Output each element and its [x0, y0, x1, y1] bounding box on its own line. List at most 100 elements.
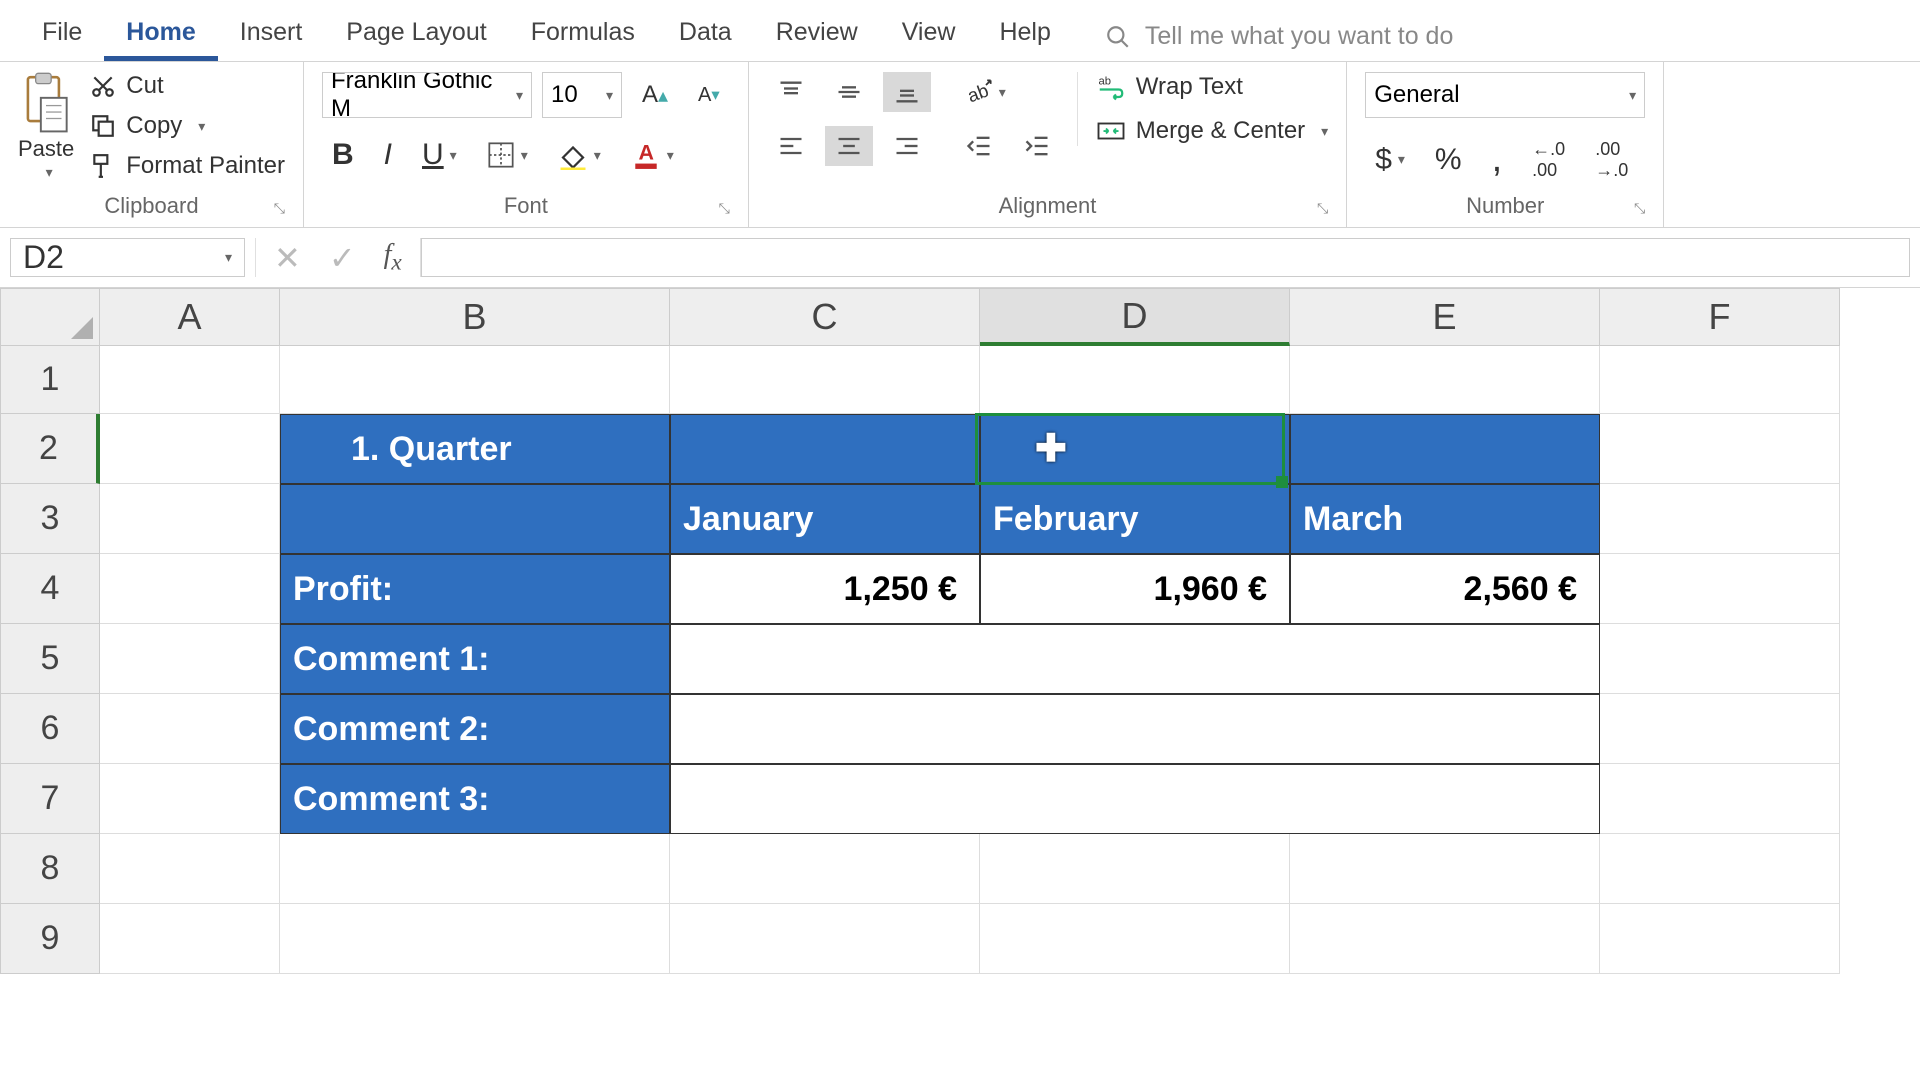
menu-view[interactable]: View: [880, 8, 978, 61]
cell-E2[interactable]: [1290, 414, 1600, 484]
decrease-indent-button[interactable]: [955, 126, 1003, 166]
dialog-launcher-icon[interactable]: ⤡: [719, 200, 730, 217]
cell-F6[interactable]: [1600, 694, 1840, 764]
cell-B2[interactable]: 1. Quarter: [280, 414, 670, 484]
cell-E4[interactable]: 2,560 €: [1290, 554, 1600, 624]
col-header-C[interactable]: C: [670, 288, 980, 346]
cell-F1[interactable]: [1600, 346, 1840, 414]
align-left-button[interactable]: [767, 126, 815, 166]
cell-D8[interactable]: [980, 834, 1290, 904]
cell-F5[interactable]: [1600, 624, 1840, 694]
italic-button[interactable]: I: [374, 132, 402, 178]
menu-review[interactable]: Review: [754, 8, 880, 61]
cell-F2[interactable]: [1600, 414, 1840, 484]
cell-C3[interactable]: January: [670, 484, 980, 554]
cell-C7-merged[interactable]: [670, 764, 1600, 834]
cell-C9[interactable]: [670, 904, 980, 974]
row-header-9[interactable]: 9: [0, 904, 100, 974]
cell-D9[interactable]: [980, 904, 1290, 974]
row-header-8[interactable]: 8: [0, 834, 100, 904]
cell-A1[interactable]: [100, 346, 280, 414]
cell-D3[interactable]: February: [980, 484, 1290, 554]
cell-D4[interactable]: 1,960 €: [980, 554, 1290, 624]
cell-C8[interactable]: [670, 834, 980, 904]
cell-B6[interactable]: Comment 2:: [280, 694, 670, 764]
cell-B5[interactable]: Comment 1:: [280, 624, 670, 694]
dialog-launcher-icon[interactable]: ⤡: [1317, 200, 1328, 217]
col-header-F[interactable]: F: [1600, 288, 1840, 346]
row-header-5[interactable]: 5: [0, 624, 100, 694]
increase-font-button[interactable]: A▴: [632, 75, 678, 115]
row-header-1[interactable]: 1: [0, 346, 100, 414]
cell-E1[interactable]: [1290, 346, 1600, 414]
cell-A3[interactable]: [100, 484, 280, 554]
cell-B4[interactable]: Profit:: [280, 554, 670, 624]
bold-button[interactable]: B: [322, 132, 364, 178]
align-center-button[interactable]: [825, 126, 873, 166]
menu-file[interactable]: File: [20, 8, 104, 61]
increase-decimal-button[interactable]: ←.0.00: [1522, 133, 1575, 187]
dialog-launcher-icon[interactable]: ⤡: [1634, 200, 1645, 217]
cell-F8[interactable]: [1600, 834, 1840, 904]
decrease-font-button[interactable]: A▾: [688, 78, 730, 113]
align-bottom-button[interactable]: [883, 72, 931, 112]
align-middle-button[interactable]: [825, 72, 873, 112]
cell-F3[interactable]: [1600, 484, 1840, 554]
align-top-button[interactable]: [767, 72, 815, 112]
cell-B8[interactable]: [280, 834, 670, 904]
decrease-decimal-button[interactable]: .00→.0: [1585, 133, 1638, 187]
cell-D1[interactable]: [980, 346, 1290, 414]
col-header-A[interactable]: A: [100, 288, 280, 346]
select-all-corner[interactable]: [0, 288, 100, 346]
row-header-3[interactable]: 3: [0, 484, 100, 554]
menu-formulas[interactable]: Formulas: [509, 8, 657, 61]
fill-color-button[interactable]: ▾: [548, 134, 611, 176]
wrap-text-button[interactable]: ab Wrap Text: [1096, 72, 1328, 102]
cell-C4[interactable]: 1,250 €: [670, 554, 980, 624]
accounting-format-button[interactable]: $▾: [1365, 137, 1415, 183]
tell-me-search[interactable]: Tell me what you want to do: [1083, 12, 1476, 61]
menu-home[interactable]: Home: [104, 8, 217, 61]
col-header-D[interactable]: D: [980, 288, 1290, 346]
merge-center-button[interactable]: Merge & Center ▾: [1096, 116, 1328, 146]
align-right-button[interactable]: [883, 126, 931, 166]
dialog-launcher-icon[interactable]: ⤡: [274, 200, 285, 217]
menu-insert[interactable]: Insert: [218, 8, 325, 61]
cut-button[interactable]: Cut: [90, 72, 285, 100]
menu-page-layout[interactable]: Page Layout: [324, 8, 508, 61]
cell-A6[interactable]: [100, 694, 280, 764]
cell-A9[interactable]: [100, 904, 280, 974]
menu-data[interactable]: Data: [657, 8, 754, 61]
col-header-B[interactable]: B: [280, 288, 670, 346]
menu-help[interactable]: Help: [977, 8, 1072, 61]
paste-button[interactable]: Paste ▾: [18, 72, 74, 181]
cell-D2[interactable]: [980, 414, 1290, 484]
cell-A4[interactable]: [100, 554, 280, 624]
enter-formula-icon[interactable]: ✓: [329, 239, 356, 277]
underline-button[interactable]: U▾: [412, 132, 467, 178]
spreadsheet-grid[interactable]: A B C D E F 1 2 1. Quarter 3 January Feb…: [0, 288, 1920, 974]
cell-C1[interactable]: [670, 346, 980, 414]
cell-B9[interactable]: [280, 904, 670, 974]
orientation-button[interactable]: ab▾: [955, 72, 1016, 112]
comma-format-button[interactable]: ,: [1482, 132, 1513, 187]
font-name-select[interactable]: Franklin Gothic M ▾: [322, 72, 532, 118]
cell-A5[interactable]: [100, 624, 280, 694]
fx-icon[interactable]: fx: [384, 239, 402, 277]
col-header-E[interactable]: E: [1290, 288, 1600, 346]
cell-F7[interactable]: [1600, 764, 1840, 834]
name-box[interactable]: D2 ▾: [10, 238, 245, 277]
cell-E8[interactable]: [1290, 834, 1600, 904]
cell-E9[interactable]: [1290, 904, 1600, 974]
cell-F4[interactable]: [1600, 554, 1840, 624]
formula-input[interactable]: [421, 238, 1910, 277]
cell-B1[interactable]: [280, 346, 670, 414]
borders-button[interactable]: ▾: [477, 135, 538, 175]
cell-C6-merged[interactable]: [670, 694, 1600, 764]
row-header-4[interactable]: 4: [0, 554, 100, 624]
cell-E3[interactable]: March: [1290, 484, 1600, 554]
cell-C5-merged[interactable]: [670, 624, 1600, 694]
cancel-formula-icon[interactable]: ✕: [274, 239, 301, 277]
cell-B7[interactable]: Comment 3:: [280, 764, 670, 834]
row-header-2[interactable]: 2: [0, 414, 100, 484]
